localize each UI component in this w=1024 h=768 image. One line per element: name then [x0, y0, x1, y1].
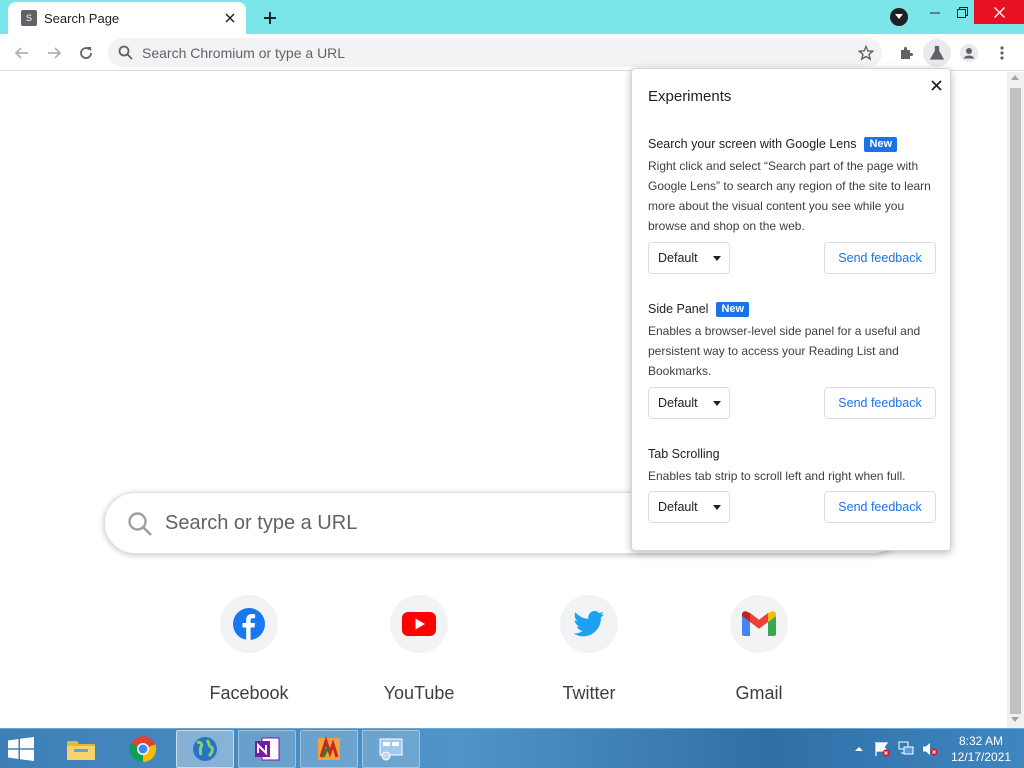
send-feedback-button[interactable]: Send feedback — [824, 242, 936, 274]
caret-down-icon — [713, 400, 721, 406]
tab-search-dropdown-icon[interactable] — [890, 8, 908, 26]
experiment-description: Enables a browser-level side panel for a… — [648, 324, 921, 378]
youtube-icon — [402, 612, 436, 636]
clock-time: 8:32 AM — [958, 734, 1004, 748]
window-close-icon[interactable] — [974, 0, 1024, 24]
control-panel-icon[interactable] — [362, 730, 420, 768]
onenote-icon[interactable] — [238, 730, 296, 768]
taskbar-clock[interactable]: 8:32 AM 12/17/2021 — [946, 733, 1016, 765]
experiments-popup: Experiments Search your screen with Goog… — [631, 68, 951, 551]
popup-title: Experiments — [648, 88, 732, 105]
experiment-google-lens: Search your screen with Google Lens New … — [648, 135, 938, 274]
clock-date: 12/17/2021 — [950, 750, 1012, 764]
experiment-state-select[interactable]: Default — [648, 387, 730, 419]
paint-app-icon[interactable] — [300, 730, 358, 768]
show-hidden-icons-icon[interactable] — [850, 741, 868, 757]
omnibox-input[interactable] — [142, 38, 842, 67]
shortcut-icon-circle — [220, 595, 278, 653]
experiment-side-panel: Side Panel New Enables a browser-level s… — [648, 300, 938, 419]
shortcut-icon-circle — [730, 595, 788, 653]
shortcut-youtube[interactable]: YouTube — [354, 594, 484, 712]
tab-favicon: S — [21, 10, 37, 26]
shortcut-icon-circle — [560, 595, 618, 653]
action-center-flag-icon[interactable] — [873, 741, 891, 757]
forward-icon[interactable] — [40, 39, 68, 67]
search-icon — [118, 45, 133, 65]
experiment-title: Tab Scrolling — [648, 447, 720, 461]
new-badge: New — [716, 301, 750, 317]
select-value: Default — [658, 396, 698, 410]
experiment-description: Right click and select “Search part of t… — [648, 159, 931, 233]
windows-taskbar: 8:32 AM 12/17/2021 — [0, 728, 1024, 768]
select-value: Default — [658, 500, 698, 514]
facebook-icon — [233, 608, 265, 640]
shortcut-label: Facebook — [209, 683, 289, 703]
experiment-state-select[interactable]: Default — [648, 242, 730, 274]
tab-search-page[interactable]: S Search Page — [8, 2, 246, 34]
shortcut-twitter[interactable]: Twitter — [524, 594, 654, 712]
network-icon[interactable] — [897, 741, 915, 757]
send-feedback-button[interactable]: Send feedback — [824, 491, 936, 523]
gmail-icon — [742, 611, 776, 636]
volume-muted-icon[interactable] — [921, 741, 939, 757]
shortcut-label: Twitter — [562, 683, 616, 703]
send-feedback-button[interactable]: Send feedback — [824, 387, 936, 419]
shortcut-gmail[interactable]: Gmail — [694, 594, 824, 712]
experiment-description: Enables tab strip to scroll left and rig… — [648, 469, 906, 483]
shortcut-label: YouTube — [383, 683, 455, 703]
star-icon[interactable] — [856, 43, 876, 63]
toolbar — [0, 34, 1024, 71]
tab-title: Search Page — [44, 10, 120, 26]
search-icon — [127, 511, 153, 542]
scroll-down-arrow-icon[interactable] — [1011, 717, 1019, 722]
file-explorer-icon[interactable] — [52, 730, 110, 768]
globe-icon[interactable] — [176, 730, 234, 768]
shortcut-icon-circle — [390, 595, 448, 653]
menu-icon[interactable] — [988, 39, 1016, 67]
profile-icon[interactable] — [955, 39, 983, 67]
windows-start-icon[interactable] — [6, 735, 36, 763]
extensions-icon[interactable] — [892, 39, 920, 67]
twitter-icon — [573, 611, 604, 637]
experiment-state-select[interactable]: Default — [648, 491, 730, 523]
ntp-search-input[interactable] — [165, 493, 625, 553]
shortcut-facebook[interactable]: Facebook — [184, 594, 314, 712]
flask-icon[interactable] — [923, 39, 951, 67]
omnibox[interactable] — [108, 38, 882, 67]
select-value: Default — [658, 251, 698, 265]
caret-down-icon — [713, 504, 721, 510]
new-badge: New — [864, 136, 898, 152]
experiment-title: Side Panel — [648, 302, 709, 316]
chrome-icon[interactable] — [114, 730, 172, 768]
new-tab-icon[interactable] — [258, 6, 282, 30]
tab-strip: S Search Page — [0, 0, 1024, 34]
experiment-title: Search your screen with Google Lens — [648, 137, 857, 151]
back-icon[interactable] — [8, 39, 36, 67]
popup-close-icon[interactable] — [926, 75, 946, 95]
page-scrollbar[interactable] — [1007, 72, 1024, 728]
shortcut-label: Gmail — [735, 683, 783, 703]
scrollbar-thumb[interactable] — [1010, 88, 1021, 714]
caret-down-icon — [713, 255, 721, 261]
scroll-up-arrow-icon[interactable] — [1011, 75, 1019, 80]
experiment-tab-scrolling: Tab Scrolling Enables tab strip to scrol… — [648, 445, 938, 523]
tab-close-icon[interactable] — [220, 8, 240, 28]
reload-icon[interactable] — [72, 39, 100, 67]
